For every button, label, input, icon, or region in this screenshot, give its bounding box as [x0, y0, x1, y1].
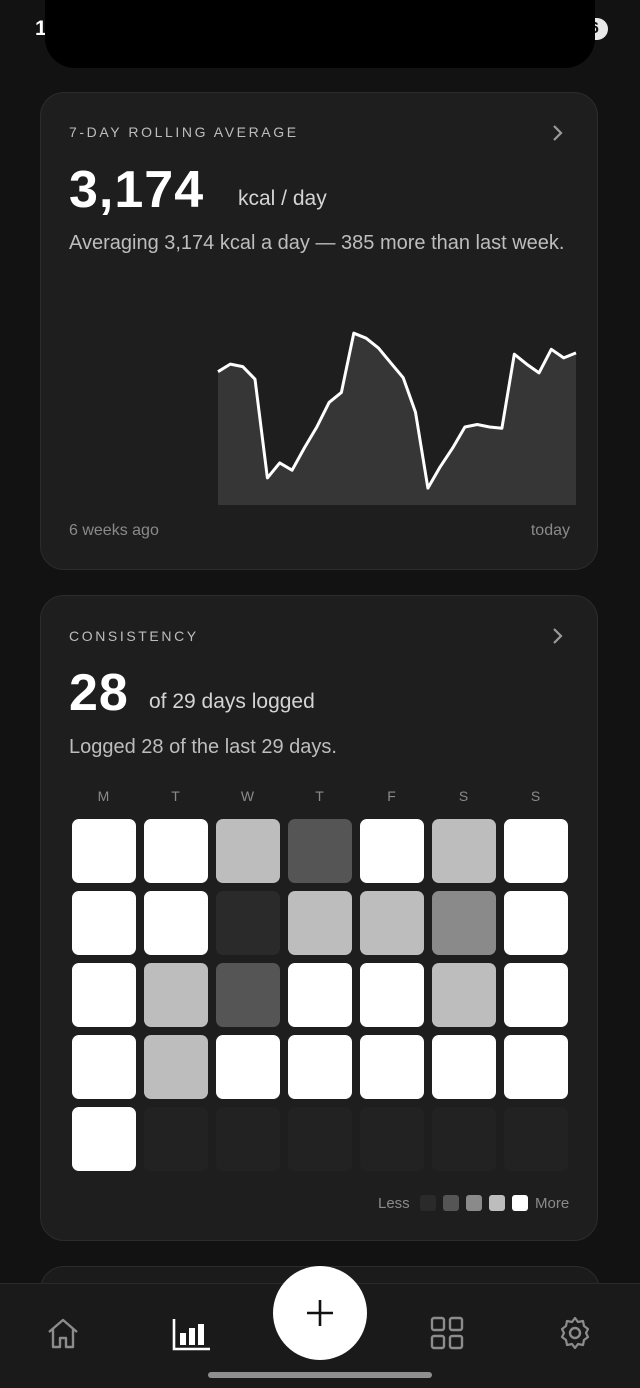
rolling-average-chart — [217, 331, 577, 505]
day-cell[interactable] — [504, 1035, 568, 1099]
day-cell[interactable] — [216, 891, 280, 955]
day-cell[interactable] — [288, 963, 352, 1027]
day-cell-empty — [216, 1107, 280, 1171]
day-cell[interactable] — [72, 963, 136, 1027]
day-cell[interactable] — [360, 1035, 424, 1099]
day-cell[interactable] — [360, 819, 424, 883]
legend-swatch — [489, 1195, 505, 1211]
rolling-average-unit: kcal / day — [238, 187, 327, 210]
day-cell[interactable] — [288, 891, 352, 955]
day-cell[interactable] — [432, 891, 496, 955]
chevron-right-icon[interactable] — [551, 124, 565, 147]
stats-icon[interactable] — [169, 1311, 213, 1355]
weekday-label: T — [171, 788, 181, 804]
add-icon — [307, 1300, 333, 1326]
day-cell[interactable] — [144, 963, 208, 1027]
weekday-label: W — [240, 788, 256, 804]
legend-swatch — [466, 1195, 482, 1211]
day-cell-empty — [144, 1107, 208, 1171]
chart-end-label: today — [530, 522, 570, 539]
day-cell-empty — [360, 1107, 424, 1171]
weekday-label: F — [387, 788, 397, 804]
day-cell[interactable] — [504, 819, 568, 883]
card-title: CONSISTENCY — [69, 628, 199, 644]
consistency-value: 28 — [69, 664, 129, 722]
day-cell[interactable] — [288, 819, 352, 883]
day-cell[interactable] — [216, 963, 280, 1027]
weekday-label: M — [97, 788, 111, 804]
add-button[interactable] — [273, 1266, 367, 1360]
legend-swatch — [512, 1195, 528, 1211]
day-cell[interactable] — [432, 819, 496, 883]
rolling-average-card[interactable]: 7-DAY ROLLING AVERAGE 3,174 kcal / day A… — [40, 92, 598, 570]
consistency-unit: of 29 days logged — [149, 690, 315, 713]
weekday-label: T — [315, 788, 325, 804]
day-cell[interactable] — [72, 819, 136, 883]
day-cell[interactable] — [504, 963, 568, 1027]
legend-more-label: More — [535, 1195, 570, 1212]
rolling-average-description: Averaging 3,174 kcal a day — 385 more th… — [69, 232, 565, 254]
card-title: 7-DAY ROLLING AVERAGE — [69, 124, 299, 140]
settings-icon[interactable] — [553, 1311, 597, 1355]
day-cell-empty — [288, 1107, 352, 1171]
day-cell[interactable] — [360, 963, 424, 1027]
day-cell[interactable] — [360, 891, 424, 955]
legend-swatch — [420, 1195, 436, 1211]
day-cell-empty — [504, 1107, 568, 1171]
home-indicator — [208, 1372, 432, 1378]
day-cell[interactable] — [432, 963, 496, 1027]
legend-less-label: Less — [378, 1195, 410, 1212]
weekday-label: S — [530, 788, 542, 804]
day-cell[interactable] — [72, 1035, 136, 1099]
day-cell[interactable] — [72, 891, 136, 955]
day-cell[interactable] — [144, 1035, 208, 1099]
previous-card-edge — [45, 0, 595, 68]
consistency-description: Logged 28 of the last 29 days. — [69, 736, 337, 758]
day-cell[interactable] — [288, 1035, 352, 1099]
home-icon[interactable] — [41, 1311, 85, 1355]
day-cell[interactable] — [144, 891, 208, 955]
day-cell-empty — [432, 1107, 496, 1171]
chevron-right-icon[interactable] — [551, 627, 565, 650]
day-cell[interactable] — [144, 819, 208, 883]
grid-icon[interactable] — [425, 1311, 469, 1355]
consistency-card[interactable]: CONSISTENCY 28 of 29 days logged Logged … — [40, 595, 598, 1241]
day-cell[interactable] — [72, 1107, 136, 1171]
legend-swatch — [443, 1195, 459, 1211]
weekday-label: S — [458, 788, 470, 804]
chart-start-label: 6 weeks ago — [69, 522, 159, 539]
day-cell[interactable] — [216, 819, 280, 883]
day-cell[interactable] — [216, 1035, 280, 1099]
day-cell[interactable] — [432, 1035, 496, 1099]
day-cell[interactable] — [504, 891, 568, 955]
rolling-average-value: 3,174 — [69, 161, 205, 219]
